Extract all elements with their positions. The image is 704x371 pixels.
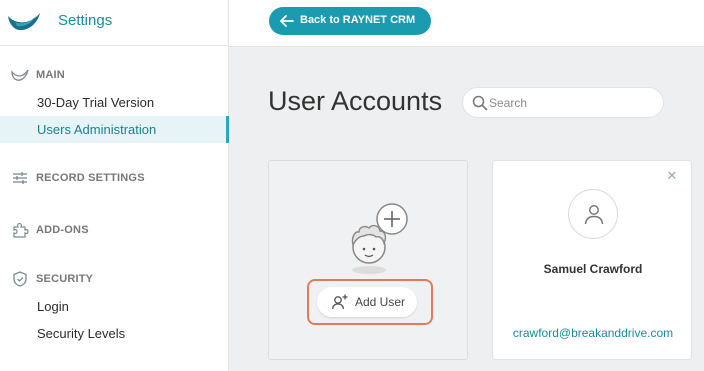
sidebar-item-label: Security Levels: [37, 326, 126, 341]
section-add-ons[interactable]: ADD-ONS: [0, 220, 229, 240]
sidebar-item-label: 30-Day Trial Version: [37, 95, 155, 110]
sliders-icon: [13, 172, 27, 184]
section-security-label: SECURITY: [36, 273, 94, 285]
sidebar-brand: Settings: [0, 0, 228, 46]
sidebar-item-label: Login: [37, 299, 69, 314]
page-title: User Accounts: [268, 86, 443, 116]
add-user-button[interactable]: Add User: [317, 287, 417, 317]
raynet-logo-icon: [11, 69, 29, 81]
avatar: [568, 189, 618, 239]
sidebar-item-users-administration[interactable]: Users Administration: [0, 116, 229, 143]
sidebar-item-security-levels[interactable]: Security Levels: [0, 320, 229, 347]
section-record-settings-label: RECORD SETTINGS: [36, 172, 145, 184]
section-security: SECURITY: [0, 269, 229, 289]
sidebar-item-trial[interactable]: 30-Day Trial Version: [0, 89, 229, 116]
sidebar-item-login[interactable]: Login: [0, 293, 229, 320]
puzzle-icon: [13, 222, 29, 238]
back-button-label: Back to RAYNET CRM: [300, 14, 416, 26]
add-user-label: Add User: [355, 295, 406, 309]
back-to-crm-button[interactable]: Back to RAYNET CRM: [269, 7, 431, 35]
sidebar-item-label: Users Administration: [37, 122, 157, 137]
section-main-label: MAIN: [36, 69, 65, 81]
sidebar: Settings MAIN 30-Day Trial Version Users…: [0, 0, 229, 371]
user-icon: [584, 205, 604, 225]
add-user-card: Add User: [268, 160, 468, 360]
section-main: MAIN: [0, 65, 229, 85]
user-plus-icon: [331, 294, 348, 310]
user-email-link[interactable]: crawford@breakanddrive.com: [493, 326, 693, 340]
shield-icon: [13, 271, 27, 287]
search-box[interactable]: [462, 87, 664, 118]
topbar: Back to RAYNET CRM: [229, 0, 704, 47]
section-record-settings[interactable]: RECORD SETTINGS: [0, 168, 229, 188]
app-title: Settings: [58, 12, 113, 29]
section-add-ons-label: ADD-ONS: [36, 224, 89, 236]
raynet-logo-icon: [8, 13, 40, 31]
search-icon: [472, 95, 488, 111]
arrow-left-icon: [280, 15, 294, 27]
user-add-illustration-icon: [351, 203, 408, 274]
close-icon[interactable]: ✕: [666, 169, 678, 183]
user-card[interactable]: ✕ Samuel Crawford crawford@breakanddrive…: [492, 160, 692, 360]
user-name: Samuel Crawford: [543, 262, 643, 276]
search-input[interactable]: [489, 94, 649, 112]
